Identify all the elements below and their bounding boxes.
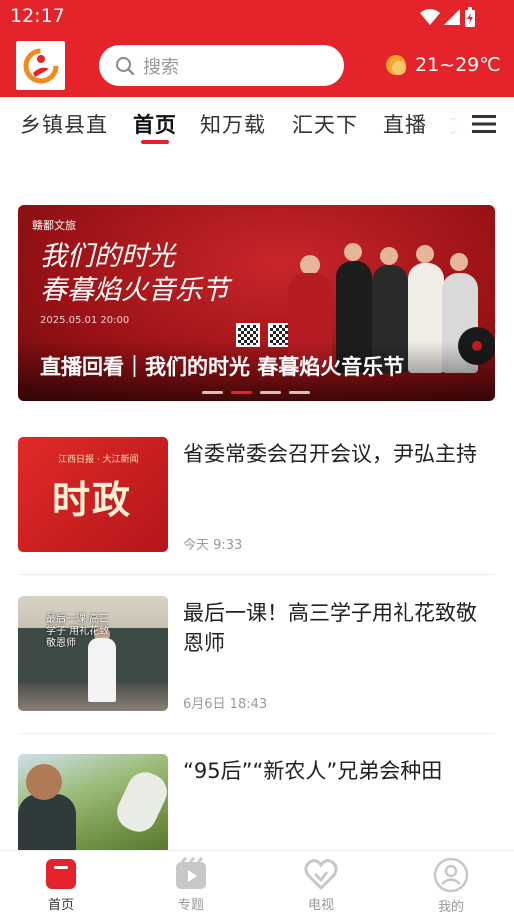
carousel-dot[interactable] bbox=[260, 391, 281, 394]
nav-topic[interactable]: 专题 bbox=[146, 857, 236, 913]
poster-brand: 赣鄱文旅 bbox=[32, 219, 76, 232]
menu-icon[interactable] bbox=[472, 114, 496, 134]
nav-home[interactable]: 首页 bbox=[16, 857, 106, 913]
carousel-indicator bbox=[202, 391, 310, 394]
news-time: 6月6日 18:43 bbox=[183, 697, 268, 712]
news-item[interactable]: “95后”“新农人”兄弟会种田 bbox=[18, 754, 495, 850]
status-bar: 12:17 bbox=[0, 0, 514, 34]
app-logo[interactable] bbox=[16, 41, 65, 90]
search-box[interactable]: 搜索 bbox=[99, 45, 344, 86]
farmer-figure bbox=[111, 766, 168, 838]
poster-date: 2025.05.01 20:00 bbox=[40, 315, 130, 326]
home-icon bbox=[46, 859, 76, 889]
battery-icon bbox=[465, 7, 475, 27]
carousel-dot[interactable] bbox=[202, 391, 223, 394]
news-item[interactable]: 最后一课 高三学子 用礼花致敬恩师 最后一课！高三学子用礼花致敬恩师 6月6日 … bbox=[18, 596, 495, 716]
news-thumbnail bbox=[18, 754, 168, 850]
news-time: 今天 9:33 bbox=[183, 538, 243, 553]
singer-head bbox=[300, 255, 320, 275]
farmer-figure bbox=[18, 794, 76, 850]
nav-tv[interactable]: 电视 bbox=[276, 857, 366, 913]
divider bbox=[18, 733, 495, 734]
search-placeholder: 搜索 bbox=[143, 56, 179, 78]
singer-head bbox=[344, 243, 362, 261]
tab-home[interactable]: 首页 bbox=[133, 109, 177, 139]
nav-label: 我的 bbox=[437, 900, 464, 915]
logo-mark-icon bbox=[23, 48, 58, 83]
search-icon bbox=[116, 56, 135, 75]
news-thumbnail: 最后一课 高三学子 用礼花致敬恩师 bbox=[18, 596, 168, 711]
thumb-overlay-text: 最后一课 高三学子 用礼花致敬恩师 bbox=[46, 614, 110, 649]
nav-label: 电视 bbox=[307, 898, 334, 913]
weather-temp: 21~29℃ bbox=[415, 54, 501, 76]
nav-profile[interactable]: 我的 bbox=[406, 857, 496, 915]
farmer-head bbox=[26, 764, 62, 800]
sun-icon bbox=[386, 55, 406, 75]
poster-title-line2: 春暮焰火音乐节 bbox=[40, 275, 229, 306]
signal-icon bbox=[444, 9, 460, 25]
news-thumbnail: 江西日报 · 大江新闻 时政 bbox=[18, 437, 168, 552]
tab-towns[interactable]: 乡镇县直 bbox=[20, 109, 108, 139]
banner-carousel[interactable]: 赣鄱文旅 我们的时光 春暮焰火音乐节 2025.05.01 20:00 直播回看… bbox=[18, 205, 495, 401]
top-header: 12:17 搜索 21~29℃ bbox=[0, 0, 514, 97]
singer-head bbox=[416, 245, 434, 263]
news-title: “95后”“新农人”兄弟会种田 bbox=[183, 759, 443, 783]
tab-world[interactable]: 汇天下 bbox=[292, 109, 358, 139]
nav-label: 首页 bbox=[47, 898, 74, 913]
tv-icon bbox=[304, 859, 338, 891]
carousel-dot[interactable] bbox=[289, 391, 310, 394]
divider bbox=[18, 574, 495, 575]
news-title: 省委常委会召开会议，尹弘主持 bbox=[183, 442, 477, 466]
banner-caption: 直播回看｜我们的时光 春暮焰火音乐节 bbox=[40, 355, 405, 379]
app-bar: 搜索 21~29℃ bbox=[0, 34, 514, 97]
thumb-title: 时政 bbox=[52, 477, 133, 522]
tab-live[interactable]: 直播 bbox=[383, 109, 427, 139]
tabs-fade bbox=[426, 100, 470, 144]
profile-icon bbox=[433, 857, 469, 893]
status-time: 12:17 bbox=[10, 5, 65, 27]
weather-widget[interactable]: 21~29℃ bbox=[385, 54, 501, 76]
tab-know-wanzai[interactable]: 知万载 bbox=[200, 109, 266, 139]
active-tab-indicator bbox=[141, 140, 169, 144]
bottom-nav: 首页 专题 电视 我的 bbox=[0, 850, 514, 922]
wifi-icon bbox=[420, 9, 440, 25]
poster-title: 我们的时光 春暮焰火音乐节 bbox=[40, 240, 229, 308]
carousel-dot-active[interactable] bbox=[231, 391, 252, 394]
thumb-subtitle: 江西日报 · 大江新闻 bbox=[58, 455, 139, 465]
status-icons bbox=[420, 7, 476, 27]
news-item[interactable]: 江西日报 · 大江新闻 时政 省委常委会召开会议，尹弘主持 今天 9:33 bbox=[18, 437, 495, 557]
singer-head bbox=[380, 247, 398, 265]
topic-icon bbox=[176, 857, 206, 889]
news-title: 最后一课！高三学子用礼花致敬恩师 bbox=[183, 601, 477, 655]
screen: 12:17 搜索 21~29℃ 乡镇县直 首页 知万载 汇天下 直播 赣鄱文旅 … bbox=[0, 0, 514, 922]
singer-head bbox=[450, 253, 468, 271]
nav-label: 专题 bbox=[177, 898, 204, 913]
poster-title-line1: 我们的时光 bbox=[40, 241, 175, 272]
